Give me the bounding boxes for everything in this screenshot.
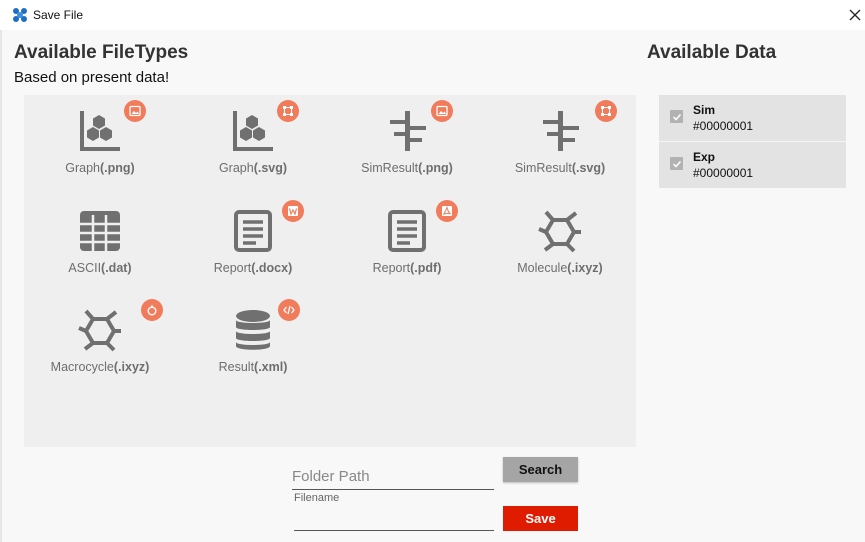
filetype-name: Report xyxy=(213,261,252,275)
filetype-graph-svg[interactable]: Graph(.svg) xyxy=(177,95,329,190)
title-bar: Save File xyxy=(0,0,865,30)
filetype-molecule-ixyz[interactable]: Molecule(.ixyz) xyxy=(484,195,636,290)
document-icon xyxy=(388,210,426,252)
filetype-ascii-dat[interactable]: ASCII(.dat) xyxy=(24,195,176,290)
checkmark-icon xyxy=(672,160,681,168)
data-item-id: #00000001 xyxy=(693,166,754,180)
filetype-ext: (.docx) xyxy=(251,261,293,275)
checkbox[interactable] xyxy=(670,110,683,123)
filetype-ext: (.dat) xyxy=(101,261,132,275)
close-button[interactable] xyxy=(845,0,865,30)
folder-path-input[interactable] xyxy=(292,463,494,490)
filename-label: Filename xyxy=(294,492,340,504)
checkbox[interactable] xyxy=(670,157,683,170)
vector-icon xyxy=(595,100,617,122)
checkmark-icon xyxy=(672,113,681,121)
graph-icon xyxy=(233,111,273,151)
filetype-ext: (.svg) xyxy=(253,161,288,175)
filetype-ext: (.pdf) xyxy=(410,261,442,275)
filetype-ext: (.xml) xyxy=(254,360,288,374)
data-item-name: Exp xyxy=(693,150,716,164)
code-icon xyxy=(278,299,300,321)
vector-icon xyxy=(277,100,299,122)
filetype-name: Graph xyxy=(65,161,101,175)
filetypes-panel: Graph(.png) Graph(.svg) SimResult(.png) xyxy=(24,95,636,447)
word-icon xyxy=(282,200,304,222)
filetype-ext: (.ixyz) xyxy=(567,261,603,275)
data-item-name: Sim xyxy=(693,103,716,117)
filetype-name: Report xyxy=(372,261,411,275)
filetype-name: Molecule xyxy=(517,261,568,275)
filetype-result-xml[interactable]: Result(.xml) xyxy=(177,294,329,389)
filetype-name: Macrocycle xyxy=(50,360,114,374)
filetype-ext: (.svg) xyxy=(571,161,606,175)
window-edge xyxy=(0,30,2,542)
ring-icon xyxy=(141,299,163,321)
close-icon xyxy=(849,9,861,21)
filetype-ext: (.ixyz) xyxy=(113,360,150,374)
molecule-icon xyxy=(78,309,121,352)
data-item-sim[interactable]: Sim #00000001 xyxy=(659,95,846,142)
data-list: Sim #00000001 Exp #00000001 xyxy=(659,95,846,188)
filetypes-heading: Available FileTypes xyxy=(14,42,189,63)
filetypes-subheading: Based on present data! xyxy=(14,69,170,86)
search-button[interactable]: Search xyxy=(503,457,578,482)
pdf-icon xyxy=(436,200,458,222)
filetype-name: SimResult xyxy=(514,161,572,175)
image-icon xyxy=(124,100,146,122)
table-icon xyxy=(80,211,120,251)
save-button[interactable]: Save xyxy=(503,506,578,531)
filetype-report-pdf[interactable]: Report(.pdf) xyxy=(331,195,483,290)
simresult-icon xyxy=(390,111,426,151)
filename-input[interactable] xyxy=(294,506,494,531)
filetype-name: SimResult xyxy=(361,161,419,175)
graph-icon xyxy=(80,111,120,151)
filetype-graph-png[interactable]: Graph(.png) xyxy=(24,95,176,190)
filetype-simresult-png[interactable]: SimResult(.png) xyxy=(331,95,483,190)
filetype-ext: (.png) xyxy=(100,161,135,175)
filetype-name: Graph xyxy=(218,161,254,175)
data-item-exp[interactable]: Exp #00000001 xyxy=(659,142,846,188)
filetype-simresult-svg[interactable]: SimResult(.svg) xyxy=(484,95,636,190)
molecule-icon xyxy=(538,210,581,253)
data-heading: Available Data xyxy=(647,42,777,63)
filetype-report-docx[interactable]: Report(.docx) xyxy=(177,195,329,290)
document-icon xyxy=(234,210,272,252)
filetype-ext: (.png) xyxy=(418,161,453,175)
window-title: Save File xyxy=(33,8,84,22)
app-logo-icon xyxy=(13,8,27,22)
database-icon xyxy=(236,310,270,350)
image-icon xyxy=(431,100,453,122)
filetype-macrocycle-ixyz[interactable]: Macrocycle(.ixyz) xyxy=(24,294,176,389)
filetype-name: ASCII xyxy=(68,261,102,275)
simresult-icon xyxy=(543,111,579,151)
filetype-name: Result xyxy=(218,360,255,374)
data-item-id: #00000001 xyxy=(693,119,754,133)
